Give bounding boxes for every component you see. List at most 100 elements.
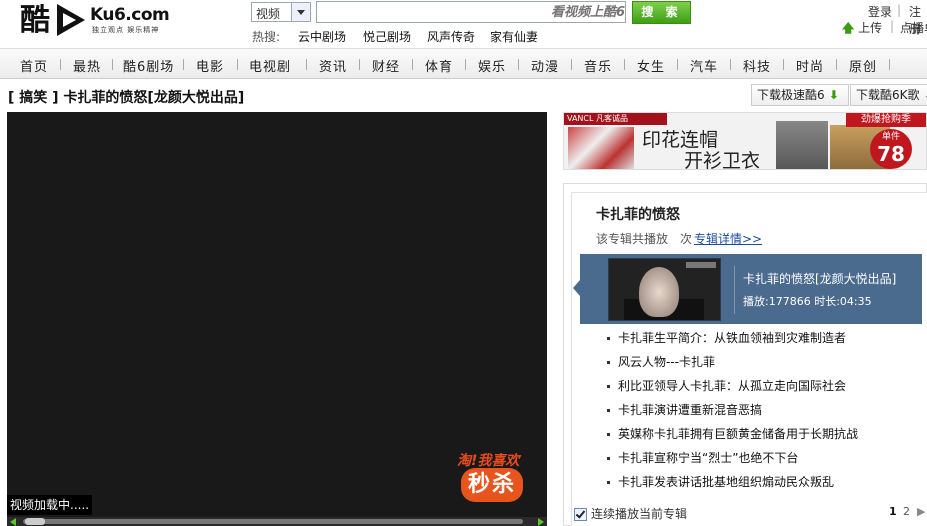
album-list-item[interactable]: 卡扎菲发表讲话批基地组织煽动民众叛乱: [607, 473, 834, 490]
current-video-stats: 播放:177866 时长:04:35: [743, 295, 872, 308]
logo-slogan: 独立观点 娱乐精神: [92, 26, 160, 34]
album-list-item[interactable]: 卡扎菲生平简介：从铁血领袖到灾难制造者: [607, 329, 846, 346]
download-fast-label: 下载极速酷6: [757, 88, 825, 102]
nav-divider: [183, 59, 184, 70]
hot-search-item[interactable]: 家有仙妻: [490, 28, 538, 45]
ad-price-badge: 单件 78: [870, 129, 912, 169]
divider: [734, 266, 735, 314]
download-ksong-label: 下载酷6K歌: [856, 88, 920, 102]
current-item-pointer: [573, 280, 580, 296]
nav-divider: [783, 59, 784, 70]
next-page-icon[interactable]: ▶: [917, 505, 925, 518]
autoplay-album-checkbox[interactable]: 连续播放当前专辑: [574, 505, 687, 522]
page-2-link[interactable]: 2: [903, 505, 910, 518]
ku6-logo[interactable]: 酷 Ku6.com 独立观点 娱乐精神: [18, 2, 170, 42]
logo-brand: Ku6.com: [90, 5, 170, 25]
nav-item-music[interactable]: 音乐: [584, 56, 612, 75]
autoplay-label: 连续播放当前专辑: [591, 507, 688, 521]
vancl-ad-banner[interactable]: VANCL 凡客诚品 印花连帽 开衫卫衣 劲爆抢购季 单件 78: [563, 112, 927, 170]
nav-item-finance[interactable]: 财经: [372, 56, 400, 75]
download-ksong-button[interactable]: 下载酷6K歌 ⬇: [850, 84, 927, 106]
album-list-item[interactable]: 风云人物---卡扎菲: [607, 353, 715, 370]
promo-line2: 秒杀: [461, 468, 523, 502]
thumbnail-face: [639, 267, 679, 317]
nav-item-sports[interactable]: 体育: [425, 56, 453, 75]
nav-item-anime[interactable]: 动漫: [531, 56, 559, 75]
album-list-item[interactable]: 卡扎菲宣称宁当“烈士”也绝不下台: [607, 449, 798, 466]
hot-search-label: 热搜:: [252, 30, 281, 44]
hot-search-item[interactable]: 悦己剧场: [363, 28, 411, 45]
ad-brand: VANCL 凡客诚品: [564, 113, 667, 125]
ad-tag: 劲爆抢购季: [846, 113, 926, 127]
nav-divider: [889, 59, 890, 70]
nav-divider: [306, 59, 307, 70]
nav-item-tv[interactable]: 电视剧: [249, 56, 291, 75]
thumbnail-caption: [686, 262, 716, 268]
nav-divider: [624, 59, 625, 70]
main-nav: 首页 最热 酷6剧场 电影 电视剧 资讯 财经 体育 娱乐 动漫 音乐 女生 汽…: [0, 48, 927, 79]
nav-item-hot[interactable]: 最热: [73, 56, 101, 75]
video-title: [ 搞笑 ] 卡扎菲的愤怒[龙颜大悦出品]: [8, 90, 245, 106]
nav-divider: [836, 59, 837, 70]
album-list-item[interactable]: 利比亚领导人卡扎菲：从孤立走向国际社会: [607, 377, 846, 394]
search-input[interactable]: [316, 1, 626, 23]
nav-item-original[interactable]: 原创: [849, 56, 877, 75]
logo-char: 酷: [20, 3, 50, 38]
seckill-promo[interactable]: 淘!我喜欢 秒杀: [455, 448, 535, 506]
nav-divider: [60, 59, 61, 70]
nav-divider: [359, 59, 360, 70]
rewind-icon[interactable]: [10, 518, 16, 526]
current-video-thumbnail[interactable]: [608, 258, 721, 321]
album-list-item[interactable]: 英媒称卡扎菲拥有巨额黄金储备用于长期抗战: [607, 425, 858, 442]
download-icon: ⬇: [824, 88, 839, 102]
ad-headline-2: 开衫卫衣: [684, 150, 761, 170]
loading-text: 视频加载中.....: [7, 495, 93, 515]
current-video-title[interactable]: 卡扎菲的愤怒[龙颜大悦出品]: [743, 270, 896, 287]
upload-arrow-icon: 🡅: [842, 21, 855, 35]
progress-handle[interactable]: [25, 518, 45, 525]
progress-track[interactable]: [23, 519, 523, 524]
nav-item-fashion[interactable]: 时尚: [796, 56, 824, 75]
hot-search-item[interactable]: 云中剧场: [298, 28, 346, 45]
forward-icon[interactable]: [538, 518, 544, 526]
nav-item-ent[interactable]: 娱乐: [478, 56, 506, 75]
ad-product-image: [568, 127, 634, 169]
nav-item-news[interactable]: 资讯: [319, 56, 347, 75]
nav-divider: [465, 59, 466, 70]
player-progress-bar[interactable]: [7, 517, 547, 526]
checkbox-checked-icon[interactable]: [574, 508, 587, 521]
search-button[interactable]: 搜 索: [632, 1, 691, 24]
playlist-link[interactable]: 点播单: [900, 19, 927, 36]
chevron-down-icon[interactable]: [291, 3, 310, 21]
nav-item-tech[interactable]: 科技: [743, 56, 771, 75]
search-category-value: 视频: [256, 7, 281, 21]
nav-divider: [237, 59, 238, 70]
nav-item-movie[interactable]: 电影: [196, 56, 224, 75]
album-play-count: 该专辑共播放 次: [596, 232, 693, 246]
hot-search-item[interactable]: 风声传奇: [427, 28, 475, 45]
nav-divider: [112, 59, 113, 70]
nav-divider: [730, 59, 731, 70]
nav-item-women[interactable]: 女生: [637, 56, 665, 75]
upload-label: 上传: [858, 21, 883, 35]
download-fast-button[interactable]: 下载极速酷6 ⬇: [751, 84, 849, 106]
nav-divider: [412, 59, 413, 70]
download-icon: ⬇: [920, 88, 927, 102]
album-detail-link[interactable]: 专辑详情>>: [694, 230, 762, 247]
ad-badge-price: 78: [877, 142, 905, 166]
ad-badge-label: 单件: [881, 132, 900, 142]
album-list-item[interactable]: 卡扎菲演讲遭重新混音恶搞: [607, 401, 762, 418]
divider: |: [897, 3, 902, 17]
login-link[interactable]: 登录: [868, 3, 892, 20]
nav-item-auto[interactable]: 汽车: [690, 56, 718, 75]
divider: |: [890, 19, 895, 33]
nav-item-home[interactable]: 首页: [20, 56, 48, 75]
album-title[interactable]: 卡扎菲的愤怒: [596, 204, 680, 224]
promo-line1: 淘!我喜欢: [457, 453, 520, 469]
upload-link[interactable]: 🡅 上传: [842, 19, 882, 40]
ad-model-image: [776, 121, 828, 169]
nav-item-theater[interactable]: 酷6剧场: [123, 56, 174, 75]
page-current[interactable]: 1: [889, 505, 897, 518]
search-category-select[interactable]: 视频: [251, 2, 311, 22]
nav-divider: [518, 59, 519, 70]
